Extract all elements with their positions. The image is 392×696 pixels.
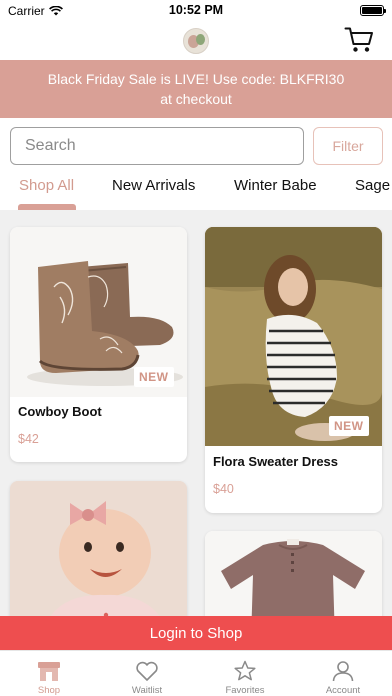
new-badge: NEW: [329, 416, 369, 436]
shop-icon: [38, 662, 60, 681]
heart-icon: [136, 661, 158, 681]
product-card-cowboy-boot[interactable]: NEW Cowboy Boot $42: [10, 227, 187, 462]
tabbar-label: Account: [325, 685, 361, 696]
status-bar: Carrier 10:52 PM: [0, 0, 392, 22]
promo-line-1: Black Friday Sale is LIVE! Use code: BLK…: [47, 71, 345, 87]
star-icon: [234, 660, 256, 681]
tabbar-label: Shop: [37, 685, 61, 696]
product-card-flora-sweater-dress[interactable]: NEW Flora Sweater Dress $40: [205, 227, 382, 513]
category-tabs: Shop All New Arrivals Winter Babe Sage: [0, 168, 392, 210]
tabbar-shop[interactable]: Shop: [0, 651, 98, 696]
brand-logo[interactable]: [183, 28, 209, 54]
tabbar-label: Waitlist: [131, 685, 163, 696]
bottom-tab-bar: Shop Waitlist Favorites Account: [0, 650, 392, 696]
tabbar-account[interactable]: Account: [294, 651, 392, 696]
product-image: [205, 227, 382, 446]
product-name: Flora Sweater Dress: [213, 454, 339, 469]
promo-banner: Black Friday Sale is LIVE! Use code: BLK…: [0, 60, 392, 118]
promo-line-2: at checkout: [160, 91, 232, 107]
filter-button[interactable]: Filter: [313, 127, 383, 165]
new-badge: NEW: [134, 367, 174, 387]
product-name: Cowboy Boot: [18, 404, 102, 419]
tab-sage[interactable]: Sage: [355, 177, 390, 194]
clock: 10:52 PM: [168, 3, 224, 17]
search-input[interactable]: [10, 127, 304, 165]
product-price: $40: [213, 482, 234, 496]
product-grid: NEW Cowboy Boot $42 NEW Flora Sweater Dr…: [0, 210, 392, 616]
product-image: [10, 481, 187, 616]
product-price: $42: [18, 432, 39, 446]
tab-new-arrivals[interactable]: New Arrivals: [112, 177, 195, 194]
tabbar-label: Favorites: [225, 685, 265, 696]
battery-icon: [360, 5, 386, 16]
app-header: [0, 22, 392, 60]
product-image: [205, 531, 382, 616]
cart-icon[interactable]: [344, 26, 374, 54]
tab-shop-all[interactable]: Shop All: [19, 177, 74, 194]
tab-winter-babe[interactable]: Winter Babe: [234, 177, 317, 194]
tabbar-waitlist[interactable]: Waitlist: [98, 651, 196, 696]
login-to-shop-button[interactable]: Login to Shop: [0, 616, 392, 650]
account-icon: [332, 661, 354, 682]
product-card-4[interactable]: [205, 531, 382, 616]
search-row: Filter: [0, 118, 392, 168]
product-card-3[interactable]: [10, 481, 187, 616]
tabbar-favorites[interactable]: Favorites: [196, 651, 294, 696]
